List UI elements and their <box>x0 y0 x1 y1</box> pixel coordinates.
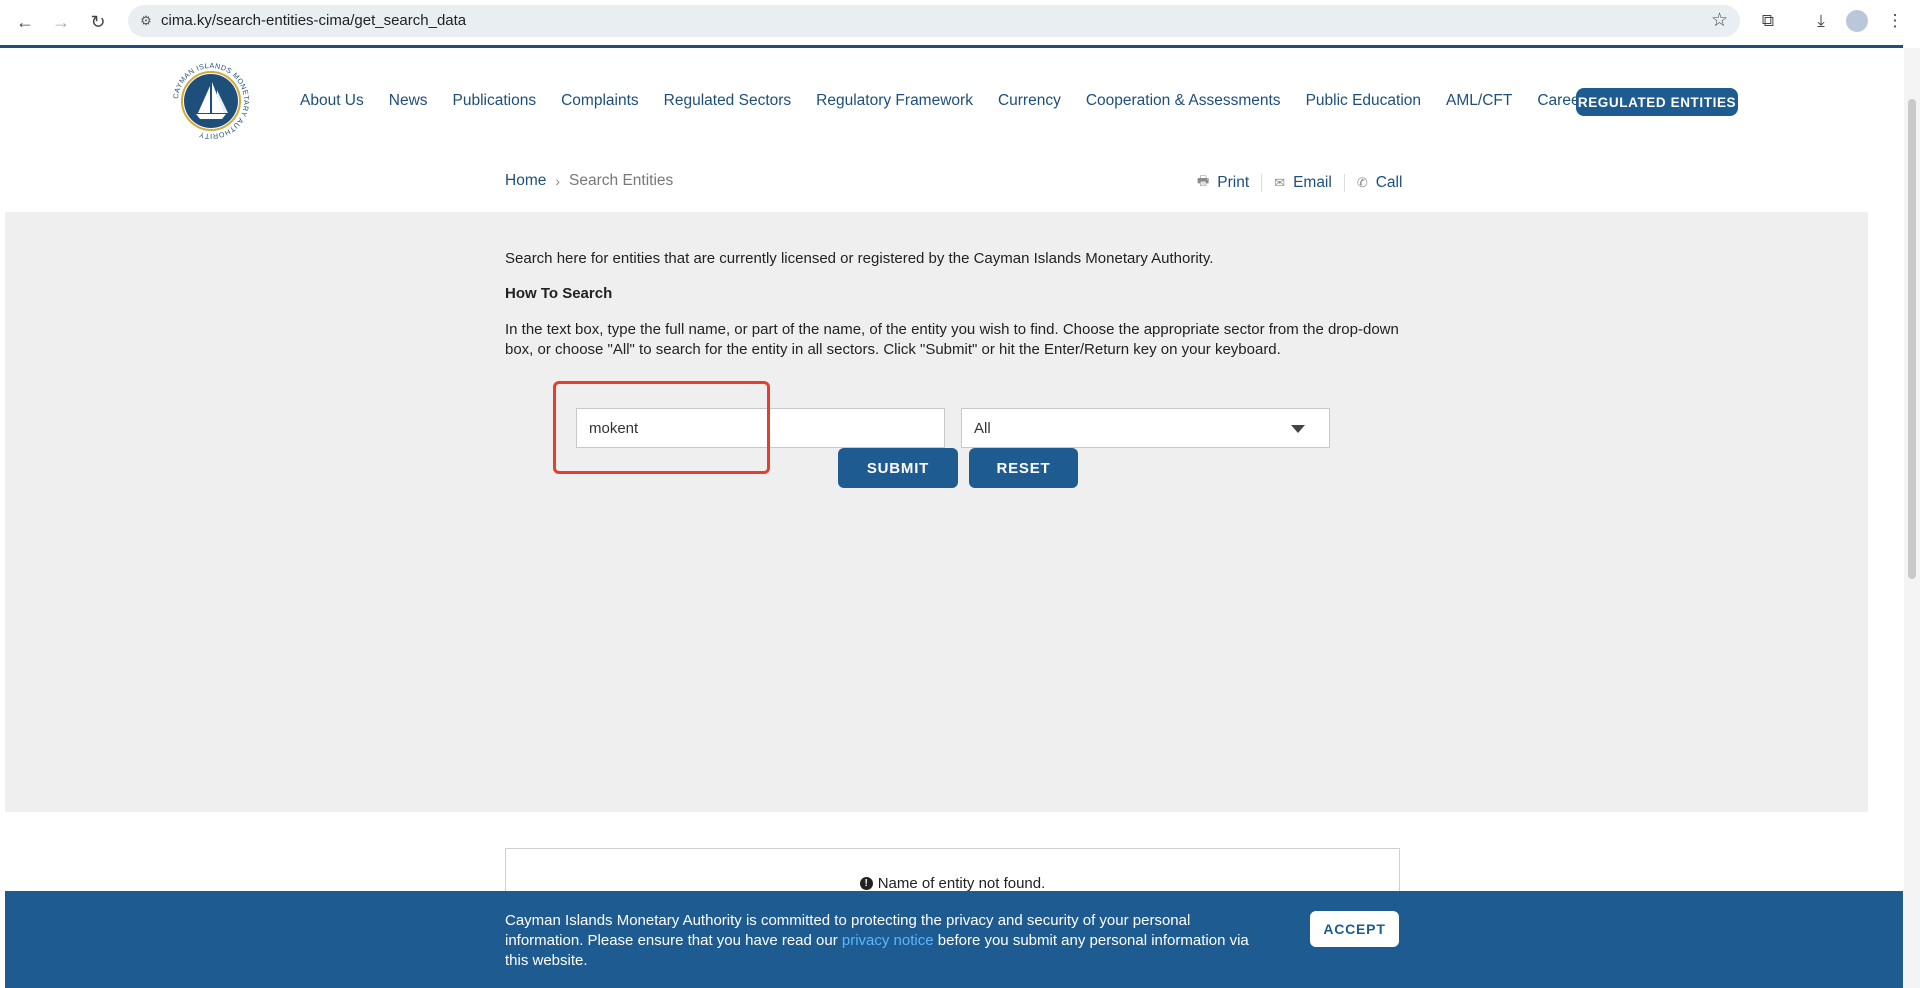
entity-name-input[interactable] <box>576 408 945 448</box>
breadcrumb-separator: › <box>555 173 561 189</box>
submit-button[interactable]: SUBMIT <box>838 448 958 488</box>
print-link[interactable]: 🖶 Print <box>1197 172 1249 194</box>
exclamation-circle-icon: ! <box>859 877 873 890</box>
nav-regulated-sectors[interactable]: Regulated Sectors <box>664 92 792 110</box>
nav-regulatory-framework[interactable]: Regulatory Framework <box>816 92 973 110</box>
email-label: Email <box>1293 174 1332 191</box>
url-text[interactable]: cima.ky/search-entities-cima/get_search_… <box>161 12 466 29</box>
menu-kebab-icon[interactable]: ⋮ <box>1882 8 1908 34</box>
back-arrow-icon[interactable]: ← <box>12 9 38 35</box>
nav-public-education[interactable]: Public Education <box>1306 92 1421 110</box>
nav-aml-cft[interactable]: AML/CFT <box>1446 92 1512 110</box>
privacy-notice-link[interactable]: privacy notice <box>842 932 934 949</box>
site-info-icon[interactable]: ⚙ <box>136 11 156 31</box>
bookmark-star-icon[interactable]: ☆ <box>1711 9 1728 32</box>
privacy-banner: Cayman Islands Monetary Authority is com… <box>5 891 1903 988</box>
extensions-icon[interactable]: ⧉ <box>1755 8 1781 34</box>
nav-complaints[interactable]: Complaints <box>561 92 639 110</box>
privacy-banner-text: Cayman Islands Monetary Authority is com… <box>505 911 1265 971</box>
page-scrollbar[interactable] <box>1904 48 1920 988</box>
envelope-icon: ✉ <box>1274 175 1286 190</box>
search-instructions: In the text box, type the full name, or … <box>505 321 1399 358</box>
header-accent-line <box>0 45 1903 48</box>
accept-button[interactable]: ACCEPT <box>1310 911 1399 947</box>
nav-currency[interactable]: Currency <box>998 92 1061 110</box>
printer-icon: 🖶 <box>1197 173 1210 188</box>
main-navigation: About Us News Publications Complaints Re… <box>300 92 1659 111</box>
sector-dropdown[interactable]: All <box>961 408 1330 448</box>
search-section <box>5 212 1868 812</box>
breadcrumb-home-link[interactable]: Home <box>505 172 546 190</box>
call-label: Call <box>1375 174 1403 191</box>
print-label: Print <box>1217 174 1250 191</box>
nav-publications[interactable]: Publications <box>453 92 537 110</box>
caret-down-icon <box>1291 425 1305 433</box>
reset-button[interactable]: RESET <box>969 448 1078 488</box>
browser-toolbar: ← → ↻ ⚙ cima.ky/search-entities-cima/get… <box>0 0 1920 43</box>
search-intro-text: Search here for entities that are curren… <box>505 250 1214 267</box>
email-link[interactable]: ✉ Email <box>1274 174 1332 192</box>
nav-cooperation-assessments[interactable]: Cooperation & Assessments <box>1086 92 1281 110</box>
how-to-search-heading: How To Search <box>505 285 613 302</box>
nav-news[interactable]: News <box>389 92 428 110</box>
cima-logo[interactable]: CAYMAN ISLANDS MONETARY AUTHORITY <box>166 56 256 146</box>
page-tools: 🖶 Print ✉ Email ✆ Call <box>1197 172 1402 194</box>
sector-selected-value: All <box>974 419 991 437</box>
scrollbar-thumb[interactable] <box>1908 99 1916 579</box>
not-found-text: Name of entity not found. <box>877 875 1046 892</box>
nav-about-us[interactable]: About Us <box>300 92 364 110</box>
breadcrumb: Home › Search Entities <box>505 172 673 190</box>
tools-divider <box>1343 174 1345 192</box>
call-link[interactable]: ✆ Call <box>1357 174 1403 192</box>
regulated-entities-button[interactable]: REGULATED ENTITIES <box>1576 88 1738 116</box>
download-icon[interactable]: ⤓ <box>1808 8 1834 34</box>
not-found-message: ! Name of entity not found. <box>506 875 1399 892</box>
reload-icon[interactable]: ↻ <box>85 9 111 35</box>
tools-divider <box>1261 174 1263 192</box>
address-bar[interactable]: ⚙ cima.ky/search-entities-cima/get_searc… <box>128 5 1740 37</box>
forward-arrow-icon[interactable]: → <box>48 9 74 35</box>
breadcrumb-current: Search Entities <box>569 172 674 189</box>
profile-avatar-icon[interactable] <box>1846 10 1868 32</box>
phone-icon: ✆ <box>1356 175 1368 190</box>
